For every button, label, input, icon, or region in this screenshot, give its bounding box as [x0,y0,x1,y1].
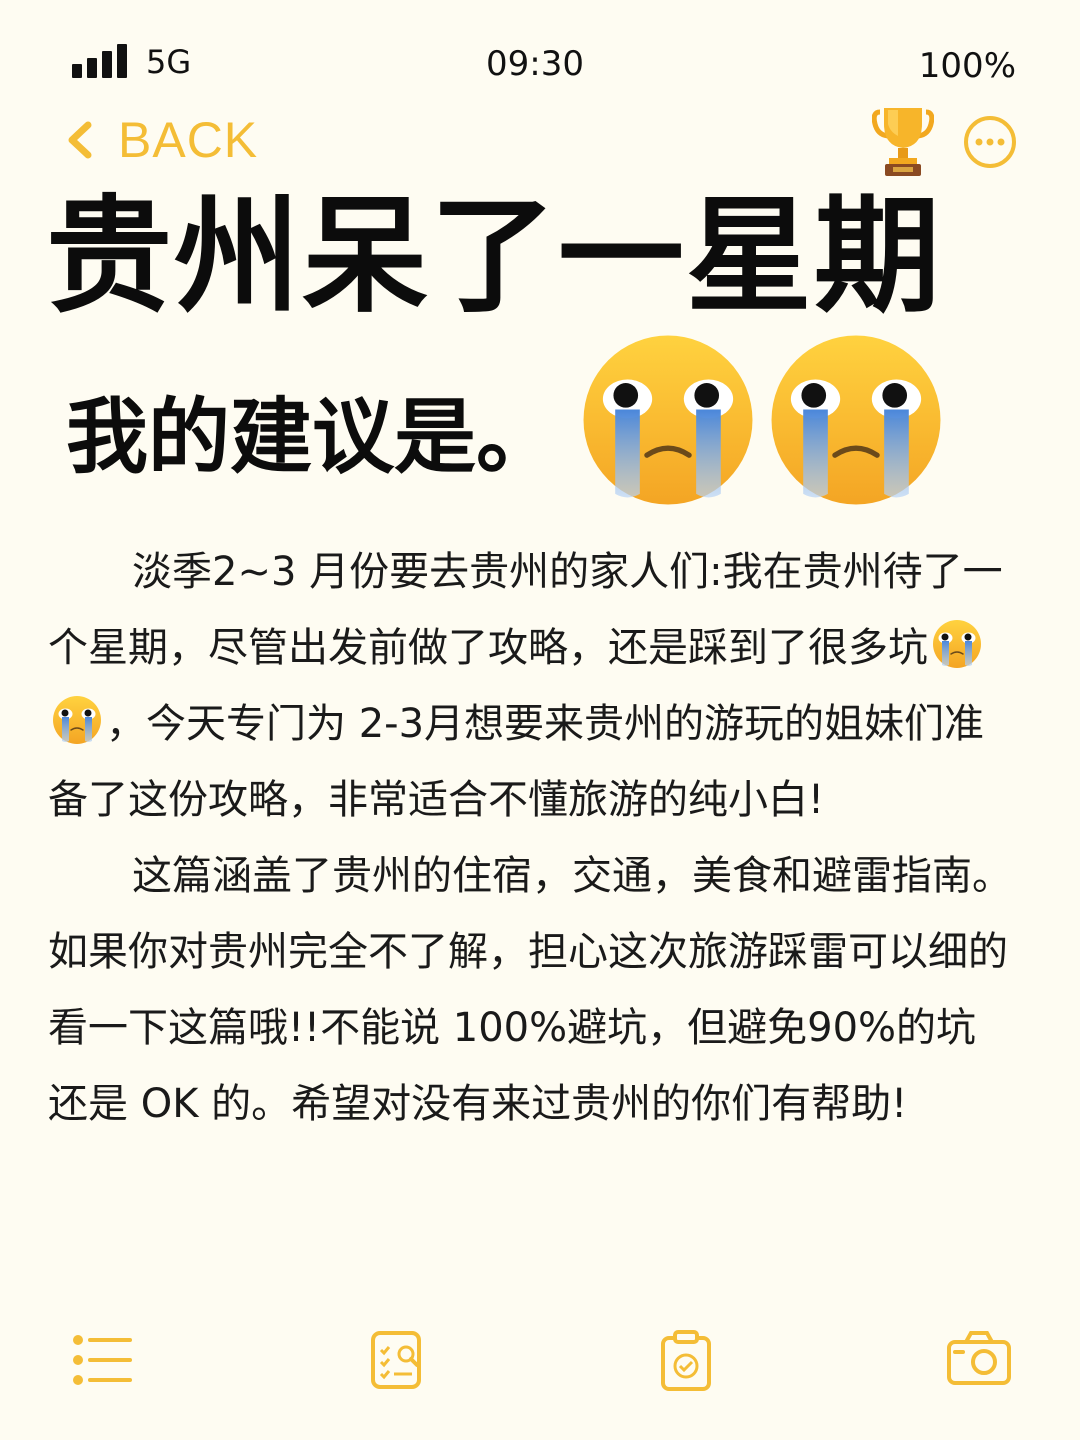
paragraph-scope: 这篇涵盖了贵州的住宿，交通，美食和避雷指南。如果你对贵州完全不了解，担心这次旅游… [48,853,1012,1127]
page-title: 贵州呆了一星期 [46,183,942,330]
search-notes-icon[interactable] [370,1330,424,1390]
bottom-toolbar [0,1320,1080,1420]
crying-face-icon [580,332,756,508]
camera-icon[interactable] [946,1330,1012,1386]
paragraph-intro: 淡季2~3 月份要去贵州的家人们:我在贵州待了一个星期，尽管出发前做了攻略，还是… [48,534,1016,838]
back-button[interactable]: BACK [60,110,258,170]
list-icon[interactable] [70,1330,132,1390]
more-icon[interactable] [962,114,1018,170]
back-label: BACK [118,112,259,168]
chevron-left-icon [68,121,92,159]
paragraph-intro-text: 淡季2~3 月份要去贵州的家人们:我在贵州待了一个星期，尽管出发前做了攻略，还是… [48,549,1003,671]
nav-bar: BACK [0,100,1080,190]
paragraph-intro-text-2: ，今天专门为 2-3月想要来贵州的游玩的姐妹们准备了这份攻略，非常适合不懂旅游的… [48,701,985,823]
crying-face-icon [932,619,982,669]
trophy-icon[interactable] [872,106,934,178]
crying-face-icon [52,695,102,745]
subtitle: 我的建议是。 [66,390,559,485]
body-text: 淡季2~3 月份要去贵州的家人们:我在贵州待了一个星期，尽管出发前做了攻略，还是… [48,534,1016,1142]
battery-level: 100% [918,46,1016,86]
clipboard-check-icon[interactable] [660,1330,712,1392]
clock: 09:30 [486,44,584,84]
crying-face-icon [768,332,944,508]
